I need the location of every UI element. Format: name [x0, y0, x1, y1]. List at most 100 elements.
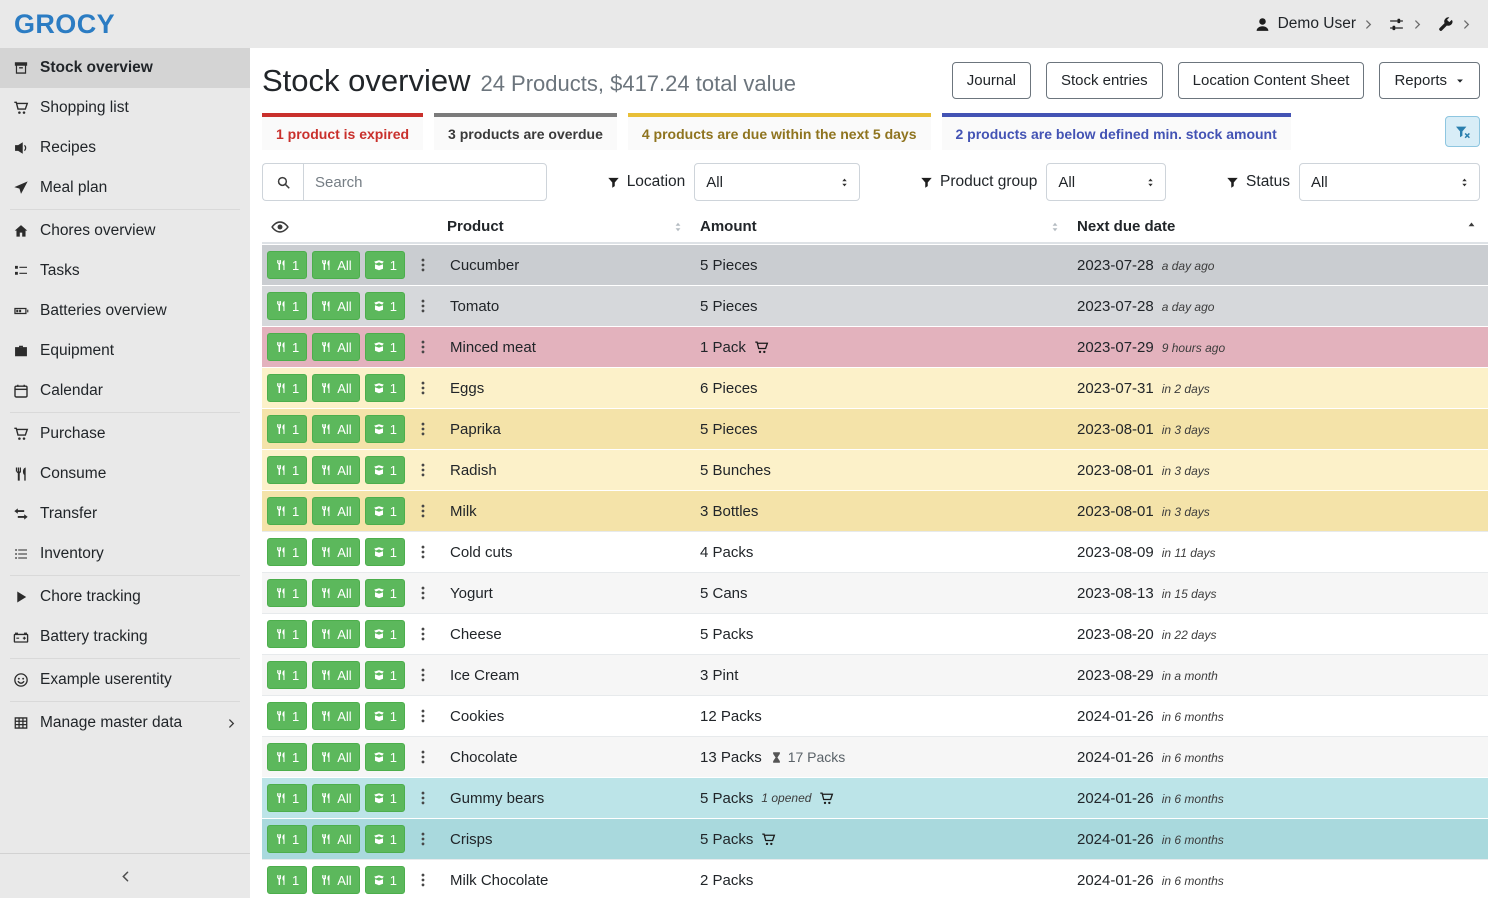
user-menu[interactable]: Demo User [1254, 15, 1374, 33]
sidebar-item-tasks[interactable]: Tasks [0, 251, 250, 291]
row-menu-button[interactable] [415, 585, 431, 601]
consume-all-button[interactable]: All [312, 251, 359, 279]
toolbar-button-journal[interactable]: Journal [952, 62, 1031, 99]
sidebar-item-example-userentity[interactable]: Example userentity [0, 660, 250, 700]
row-menu-button[interactable] [415, 626, 431, 642]
consume-all-button[interactable]: All [312, 743, 359, 771]
sidebar-collapse-button[interactable] [0, 853, 250, 898]
status-select[interactable]: All [1299, 163, 1480, 201]
consume-one-button[interactable]: 1 [267, 702, 307, 730]
sidebar-item-purchase[interactable]: Purchase [0, 414, 250, 454]
column-header-product[interactable]: Product [447, 211, 700, 242]
sidebar-item-manage-master-data[interactable]: Manage master data [0, 703, 250, 743]
consume-one-button[interactable]: 1 [267, 743, 307, 771]
consume-one-button[interactable]: 1 [267, 251, 307, 279]
consume-all-button[interactable]: All [312, 825, 359, 853]
row-menu-button[interactable] [415, 708, 431, 724]
sidebar-item-shopping-list[interactable]: Shopping list [0, 88, 250, 128]
status-banner-due[interactable]: 4 products are due within the next 5 day… [628, 113, 931, 150]
location-select[interactable]: All [694, 163, 860, 201]
sidebar-item-recipes[interactable]: Recipes [0, 128, 250, 168]
consume-one-button[interactable]: 1 [267, 292, 307, 320]
sidebar-item-stock-overview[interactable]: Stock overview [0, 48, 250, 88]
row-menu-button[interactable] [415, 831, 431, 847]
consume-all-button[interactable]: All [312, 538, 359, 566]
consume-all-button[interactable]: All [312, 333, 359, 361]
status-banner-belowmin[interactable]: 2 products are below defined min. stock … [942, 113, 1291, 150]
consume-all-button[interactable]: All [312, 702, 359, 730]
row-menu-button[interactable] [415, 298, 431, 314]
status-banner-overdue[interactable]: 3 products are overdue [434, 113, 617, 150]
sidebar-item-chores-overview[interactable]: Chores overview [0, 211, 250, 251]
open-one-button[interactable]: 1 [365, 538, 405, 566]
row-menu-button[interactable] [415, 257, 431, 273]
consume-all-button[interactable]: All [312, 784, 359, 812]
open-one-button[interactable]: 1 [365, 251, 405, 279]
row-menu-button[interactable] [415, 749, 431, 765]
consume-one-button[interactable]: 1 [267, 620, 307, 648]
row-menu-button[interactable] [415, 421, 431, 437]
row-menu-button[interactable] [415, 872, 431, 888]
consume-all-button[interactable]: All [312, 415, 359, 443]
open-one-button[interactable]: 1 [365, 743, 405, 771]
consume-one-button[interactable]: 1 [267, 333, 307, 361]
search-input[interactable] [303, 163, 547, 201]
sidebar-item-equipment[interactable]: Equipment [0, 331, 250, 371]
row-menu-button[interactable] [415, 544, 431, 560]
open-one-button[interactable]: 1 [365, 825, 405, 853]
open-one-button[interactable]: 1 [365, 661, 405, 689]
consume-all-button[interactable]: All [312, 497, 359, 525]
row-menu-button[interactable] [415, 462, 431, 478]
column-visibility-toggle[interactable] [262, 211, 447, 242]
sidebar-item-batteries-overview[interactable]: Batteries overview [0, 291, 250, 331]
open-one-button[interactable]: 1 [365, 579, 405, 607]
open-one-button[interactable]: 1 [365, 456, 405, 484]
consume-all-button[interactable]: All [312, 374, 359, 402]
consume-one-button[interactable]: 1 [267, 579, 307, 607]
row-menu-button[interactable] [415, 380, 431, 396]
consume-one-button[interactable]: 1 [267, 497, 307, 525]
settings-menu[interactable] [1388, 16, 1423, 33]
consume-one-button[interactable]: 1 [267, 415, 307, 443]
open-one-button[interactable]: 1 [365, 333, 405, 361]
row-menu-button[interactable] [415, 339, 431, 355]
consume-one-button[interactable]: 1 [267, 538, 307, 566]
open-one-button[interactable]: 1 [365, 415, 405, 443]
sidebar-item-calendar[interactable]: Calendar [0, 371, 250, 411]
open-one-button[interactable]: 1 [365, 784, 405, 812]
column-header-next-due-date[interactable]: Next due date [1077, 211, 1488, 242]
row-menu-button[interactable] [415, 667, 431, 683]
consume-one-button[interactable]: 1 [267, 825, 307, 853]
toolbar-button-location-content-sheet[interactable]: Location Content Sheet [1178, 62, 1365, 99]
consume-all-button[interactable]: All [312, 866, 359, 894]
open-one-button[interactable]: 1 [365, 620, 405, 648]
consume-one-button[interactable]: 1 [267, 374, 307, 402]
sidebar-item-battery-tracking[interactable]: Battery tracking [0, 617, 250, 657]
open-one-button[interactable]: 1 [365, 866, 405, 894]
open-one-button[interactable]: 1 [365, 702, 405, 730]
product-group-select[interactable]: All [1046, 163, 1166, 201]
consume-all-button[interactable]: All [312, 620, 359, 648]
consume-all-button[interactable]: All [312, 661, 359, 689]
row-menu-button[interactable] [415, 790, 431, 806]
consume-all-button[interactable]: All [312, 456, 359, 484]
admin-menu[interactable] [1437, 16, 1472, 33]
status-banner-expired[interactable]: 1 product is expired [262, 113, 423, 150]
sidebar-item-meal-plan[interactable]: Meal plan [0, 168, 250, 208]
consume-one-button[interactable]: 1 [267, 456, 307, 484]
toolbar-button-stock-entries[interactable]: Stock entries [1046, 62, 1163, 99]
row-menu-button[interactable] [415, 503, 431, 519]
consume-one-button[interactable]: 1 [267, 866, 307, 894]
open-one-button[interactable]: 1 [365, 497, 405, 525]
consume-all-button[interactable]: All [312, 292, 359, 320]
consume-one-button[interactable]: 1 [267, 784, 307, 812]
sidebar-item-chore-tracking[interactable]: Chore tracking [0, 577, 250, 617]
open-one-button[interactable]: 1 [365, 374, 405, 402]
consume-all-button[interactable]: All [312, 579, 359, 607]
open-one-button[interactable]: 1 [365, 292, 405, 320]
sidebar-item-consume[interactable]: Consume [0, 454, 250, 494]
sidebar-item-transfer[interactable]: Transfer [0, 494, 250, 534]
toolbar-button-reports[interactable]: Reports [1379, 62, 1480, 99]
consume-one-button[interactable]: 1 [267, 661, 307, 689]
sidebar-item-inventory[interactable]: Inventory [0, 534, 250, 574]
